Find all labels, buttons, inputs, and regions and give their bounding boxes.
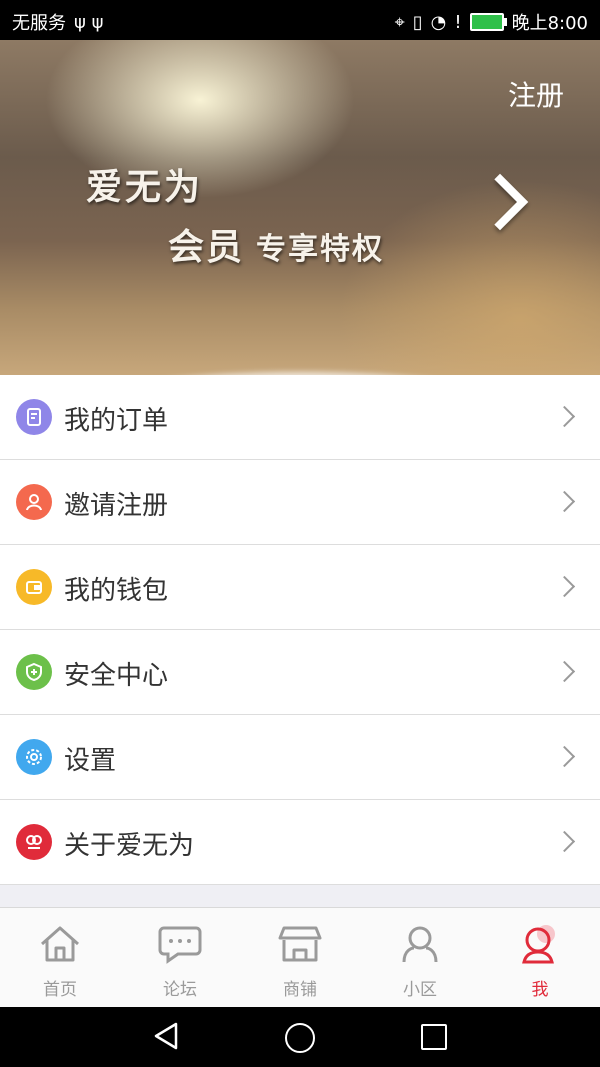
profile-icon <box>522 925 555 964</box>
recent-apps-icon[interactable] <box>421 1024 447 1050</box>
tab-home-label: 首页 <box>43 980 77 1000</box>
tab-community[interactable]: 小区 <box>360 908 480 1008</box>
gear-icon <box>16 739 52 775</box>
tab-me[interactable]: 我 <box>480 908 600 1008</box>
chevron-right-icon <box>553 575 576 598</box>
clock: 晚上8:00 <box>511 13 588 34</box>
register-link[interactable]: 注册 <box>508 74 564 114</box>
tab-forum-label: 论坛 <box>163 980 197 1000</box>
forum-icon <box>158 926 202 964</box>
carrier-label: 无服务 <box>12 13 66 34</box>
tab-forum[interactable]: 论坛 <box>120 908 240 1008</box>
tab-home[interactable]: 首页 <box>0 908 120 1008</box>
menu-label-invite: 邀请注册 <box>64 491 169 521</box>
promo-subtitle-sub: 专享特权 <box>256 232 385 267</box>
menu-label-security: 安全中心 <box>64 661 169 691</box>
location-icon: ⌖ <box>394 11 405 33</box>
promo-subtitle: 会员 专享特权 <box>168 218 384 270</box>
tab-community-label: 小区 <box>403 980 437 1000</box>
menu-item-wallet[interactable]: 我的钱包 <box>0 545 600 630</box>
tab-shop[interactable]: 商铺 <box>240 908 360 1008</box>
home-icon <box>41 926 79 962</box>
tab-me-label: 我 <box>531 980 549 1000</box>
chevron-right-icon[interactable] <box>471 173 529 231</box>
menu-item-about[interactable]: 关于爱无为 <box>0 800 600 885</box>
chevron-right-icon <box>553 745 576 768</box>
system-nav-bar <box>0 1007 600 1067</box>
wallet-icon <box>16 569 52 605</box>
app-logo-icon <box>16 824 52 860</box>
battery-icon <box>469 13 507 31</box>
chevron-right-icon <box>553 405 576 428</box>
back-icon[interactable] <box>152 1021 180 1051</box>
menu-item-orders[interactable]: 我的订单 <box>0 375 600 460</box>
chevron-right-icon <box>553 660 576 683</box>
community-icon <box>402 926 438 963</box>
menu-label-settings: 设置 <box>64 746 117 776</box>
usb-icon: ψ ψ <box>74 11 104 33</box>
tab-shop-label: 商铺 <box>283 980 317 1000</box>
order-icon <box>16 399 52 435</box>
vibrate-icon: ▯ <box>412 11 423 33</box>
wifi-icon: ◔ <box>430 11 447 33</box>
promo-subtitle-main: 会员 <box>168 227 245 268</box>
menu-label-orders: 我的订单 <box>64 406 169 436</box>
status-right: ⌖ ▯ ◔ ! 晚上8:00 <box>395 9 588 35</box>
menu-item-invite[interactable]: 邀请注册 <box>0 460 600 545</box>
status-left: 无服务 ψ ψ <box>12 9 103 35</box>
menu-item-security[interactable]: 安全中心 <box>0 630 600 715</box>
menu-label-wallet: 我的钱包 <box>64 576 169 606</box>
chevron-right-icon <box>553 490 576 513</box>
status-bar: 无服务 ψ ψ ⌖ ▯ ◔ ! 晚上8:00 <box>0 0 600 40</box>
home-button-icon[interactable] <box>285 1023 315 1053</box>
chevron-right-icon <box>553 830 576 853</box>
bottom-tabbar: 首页 论坛 商铺 小区 我 <box>0 907 600 1008</box>
alert-icon: ! <box>454 11 462 33</box>
menu-label-about: 关于爱无为 <box>64 831 195 861</box>
shield-icon <box>16 654 52 690</box>
person-icon <box>16 484 52 520</box>
member-banner[interactable]: 注册 爱无为 会员 专享特权 <box>0 40 600 375</box>
profile-menu: 我的订单 邀请注册 我的钱包 安全中心 设置 关于爱无为 <box>0 375 600 885</box>
shop-icon <box>278 926 322 962</box>
promo-title: 爱无为 <box>86 167 204 208</box>
menu-item-settings[interactable]: 设置 <box>0 715 600 800</box>
